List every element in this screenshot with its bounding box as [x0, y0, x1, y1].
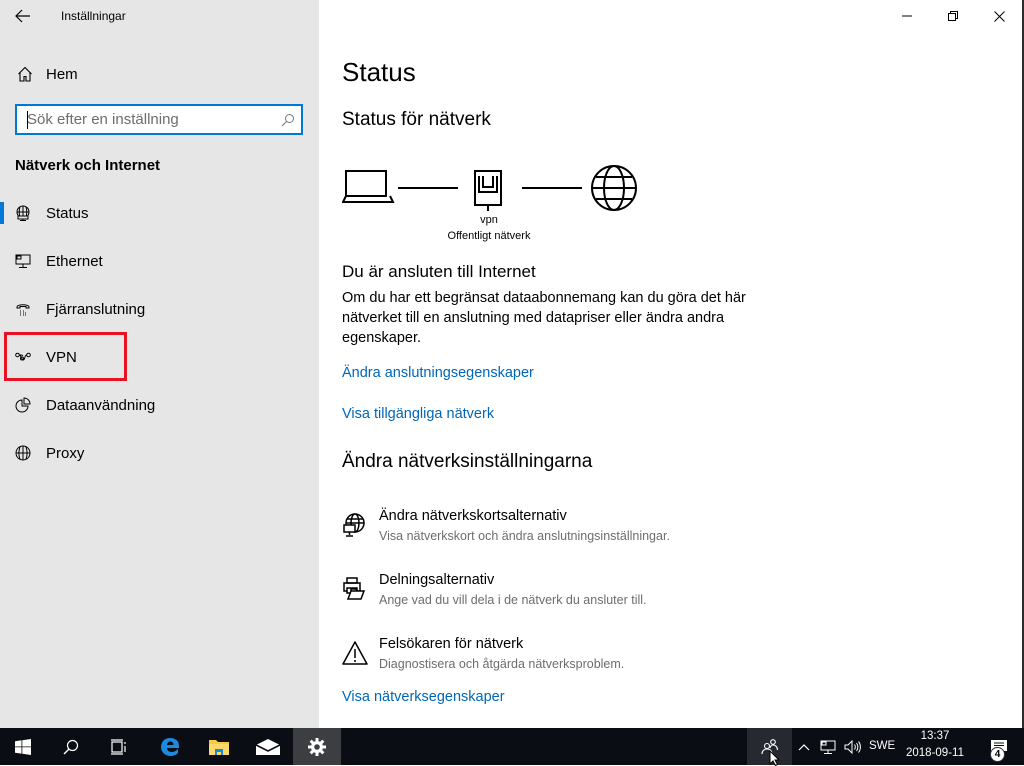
edge-browser-icon — [161, 737, 179, 756]
settings-taskbar-button[interactable] — [293, 728, 341, 765]
adapter-options-icon — [343, 513, 365, 537]
dialup-icon — [0, 301, 46, 317]
task-view-button[interactable] — [96, 728, 142, 765]
people-button[interactable] — [747, 728, 792, 766]
windows-logo-icon — [15, 738, 31, 755]
clock[interactable]: 13:37 2018-09-11 — [900, 728, 970, 765]
main-content: Status Status för nätverk vpn Offentligt… — [319, 0, 1024, 728]
nav-home[interactable]: Hem — [0, 58, 319, 90]
file-explorer-button[interactable] — [196, 728, 242, 765]
notification-count-badge: 4 — [990, 747, 1005, 762]
folder-icon — [209, 739, 229, 755]
search-icon — [63, 739, 79, 754]
nav-list: Status Ethernet Fjärranslutning VPN Data… — [0, 189, 319, 477]
page-title: Status — [342, 57, 416, 87]
volume-tray-button[interactable] — [841, 728, 865, 765]
internet-globe-icon — [591, 165, 637, 211]
mouse-cursor-icon — [769, 750, 781, 766]
network-tray-button[interactable] — [816, 728, 840, 765]
network-adapter-icon — [474, 170, 502, 211]
vpn-icon — [0, 351, 46, 363]
taskbar: SWE 13:37 2018-09-11 — [0, 728, 1024, 766]
close-button[interactable] — [976, 0, 1022, 32]
adapter-options-item[interactable]: Ändra nätverkskortsalternativ Visa nätve… — [342, 508, 762, 552]
search-icon[interactable] — [275, 113, 301, 127]
data-usage-icon — [0, 397, 46, 413]
nav-home-label: Hem — [46, 65, 78, 83]
text-caret — [27, 111, 28, 129]
restore-button[interactable] — [930, 0, 976, 32]
minimize-button[interactable] — [884, 0, 930, 32]
sidebar-item-label: Dataanvändning — [46, 396, 156, 414]
sidebar-item-label: Status — [46, 204, 89, 222]
search-box[interactable] — [15, 104, 303, 135]
task-view-icon — [111, 738, 126, 755]
ethernet-tray-icon — [820, 740, 836, 754]
network-name: vpn — [480, 214, 498, 226]
sidebar: Inställningar Hem Nätverk och Internet S… — [0, 0, 319, 728]
gear-icon — [308, 737, 326, 756]
search-taskbar-button[interactable] — [48, 728, 94, 765]
setting-title: Delningsalternativ — [379, 572, 495, 588]
app-title: Inställningar — [61, 9, 126, 23]
change-connection-properties-link[interactable]: Ändra anslutningsegenskaper — [342, 365, 534, 381]
sidebar-item-label: VPN — [46, 348, 77, 366]
network-status-icon — [0, 205, 46, 221]
setting-description: Diagnostisera och åtgärda nätverksproble… — [379, 657, 625, 671]
setting-description: Visa nätverkskort och ändra anslutningsi… — [379, 529, 670, 543]
section-title: Nätverk och Internet — [15, 157, 161, 174]
sidebar-item-vpn[interactable]: VPN — [0, 333, 319, 381]
sidebar-item-label: Ethernet — [46, 252, 103, 270]
minimize-icon — [902, 15, 912, 17]
restore-icon — [948, 11, 958, 21]
sidebar-item-label: Fjärranslutning — [46, 300, 146, 318]
laptop-icon — [342, 170, 395, 203]
warning-icon — [342, 641, 368, 665]
input-language-indicator[interactable]: SWE — [869, 740, 895, 752]
edge-button[interactable] — [146, 728, 194, 765]
sidebar-item-status[interactable]: Status — [0, 189, 319, 237]
globe-icon — [0, 445, 46, 461]
back-button[interactable] — [8, 4, 38, 28]
network-status-heading: Status för nätverk — [342, 109, 491, 130]
chevron-up-icon — [798, 743, 810, 750]
network-type: Offentligt nätverk — [447, 230, 531, 242]
connected-description: Om du har ett begränsat dataabonnemang k… — [342, 290, 746, 346]
sidebar-item-data-usage[interactable]: Dataanvändning — [0, 381, 319, 429]
setting-title: Felsökaren för nätverk — [379, 636, 524, 652]
sidebar-item-dialup[interactable]: Fjärranslutning — [0, 285, 319, 333]
sidebar-item-proxy[interactable]: Proxy — [0, 429, 319, 477]
connected-heading: Du är ansluten till Internet — [342, 262, 536, 281]
close-icon — [993, 10, 1005, 22]
home-icon — [0, 66, 46, 82]
clock-date: 2018-09-11 — [906, 747, 964, 759]
sharing-options-icon — [343, 577, 366, 600]
setting-description: Ange vad du vill dela i de nätverk du an… — [379, 593, 647, 607]
show-hidden-icons-button[interactable] — [794, 728, 814, 765]
start-button[interactable] — [0, 728, 46, 765]
sidebar-item-label: Proxy — [46, 444, 85, 462]
speaker-icon — [844, 739, 861, 754]
sidebar-item-ethernet[interactable]: Ethernet — [0, 237, 319, 285]
view-network-properties-link[interactable]: Visa nätverksegenskaper — [342, 689, 505, 705]
clock-time: 13:37 — [920, 730, 950, 742]
ethernet-icon — [0, 253, 46, 269]
setting-title: Ändra nätverkskortsalternativ — [379, 508, 567, 524]
window-controls — [884, 0, 1022, 32]
network-troubleshooter-item[interactable]: Felsökaren för nätverk Diagnostisera och… — [342, 636, 762, 680]
arrow-left-icon — [15, 9, 30, 23]
mail-button[interactable] — [244, 728, 292, 765]
sharing-options-item[interactable]: Delningsalternativ Ange vad du vill dela… — [342, 572, 762, 616]
settings-window: Inställningar Hem Nätverk och Internet S… — [0, 0, 1024, 728]
mail-icon — [256, 738, 280, 755]
change-settings-heading: Ändra nätverksinställningarna — [342, 451, 593, 472]
search-input[interactable] — [17, 106, 275, 133]
show-available-networks-link[interactable]: Visa tillgängliga nätverk — [342, 406, 494, 422]
